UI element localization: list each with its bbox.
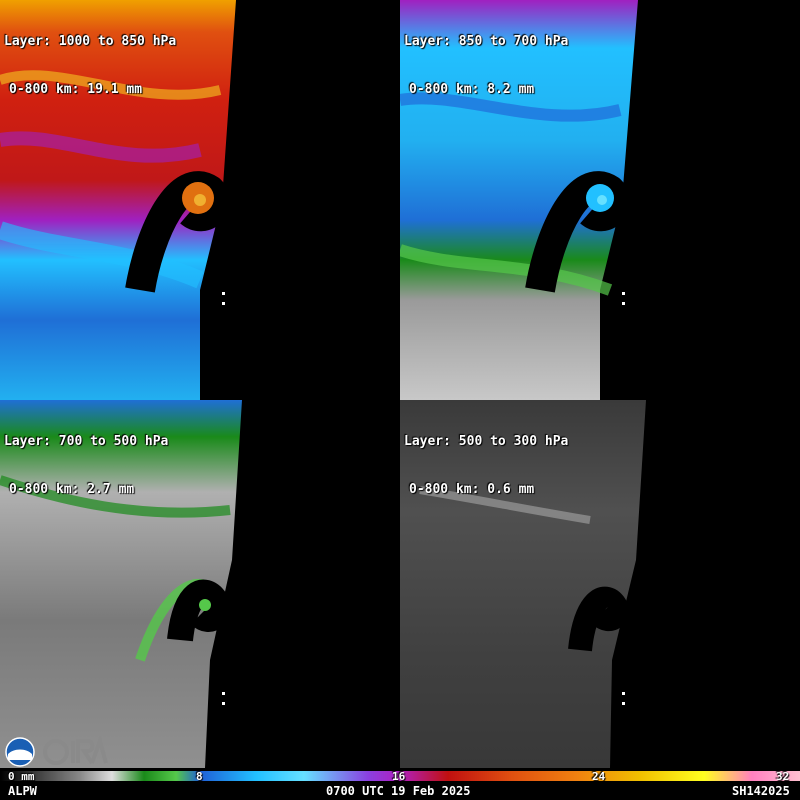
panel-label: Layer: 500 to 300 hPa 0-800 km: 0.6 mm — [404, 402, 568, 530]
storm-id: SH142025 — [732, 784, 790, 798]
colorbar-tick-8: 8 — [196, 770, 203, 783]
marker-dot — [622, 692, 625, 695]
panel-label: Layer: 1000 to 850 hPa 0-800 km: 19.1 mm — [4, 2, 176, 130]
colorbar-tick-0: 0 mm — [8, 770, 35, 783]
marker-dot — [222, 702, 225, 705]
panel-layer-1000-850: Layer: 1000 to 850 hPa 0-800 km: 19.1 mm — [0, 0, 400, 400]
marker-dot — [622, 292, 625, 295]
layer-subtitle: 0-800 km: 0.6 mm — [409, 482, 535, 497]
colorbar: 0 mm 8 16 24 32 — [0, 768, 800, 784]
cira-logo-o — [43, 739, 69, 765]
marker-dot — [222, 292, 225, 295]
layer-subtitle: 0-800 km: 19.1 mm — [9, 82, 143, 97]
layer-title: Layer: 500 to 300 hPa — [404, 434, 569, 449]
panel-label: Layer: 700 to 500 hPa 0-800 km: 2.7 mm — [4, 402, 168, 530]
footer-bar: ALPW 0700 UTC 19 Feb 2025 SH142025 — [0, 784, 800, 800]
panel-layer-500-300: Layer: 500 to 300 hPa 0-800 km: 0.6 mm — [400, 400, 800, 800]
product-name: ALPW — [8, 784, 37, 798]
layer-title: Layer: 700 to 500 hPa — [4, 434, 169, 449]
layer-subtitle: 0-800 km: 8.2 mm — [409, 82, 535, 97]
marker-dot — [222, 692, 225, 695]
colorbar-tick-16: 16 — [392, 770, 406, 783]
layer-title: Layer: 850 to 700 hPa — [404, 34, 569, 49]
colorbar-tick-24: 24 — [592, 770, 606, 783]
cira-logo-r — [76, 739, 95, 765]
logos — [4, 734, 108, 768]
marker-dot — [222, 302, 225, 305]
noaa-cira-logo — [5, 734, 108, 767]
layer-title: Layer: 1000 to 850 hPa — [4, 34, 177, 49]
valid-time: 0700 UTC 19 Feb 2025 — [326, 784, 471, 798]
layer-subtitle: 0-800 km: 2.7 mm — [9, 482, 135, 497]
marker-dot — [622, 702, 625, 705]
colorbar-tick-32: 32 — [776, 770, 790, 783]
cira-logo-i — [71, 741, 75, 763]
panel-label: Layer: 850 to 700 hPa 0-800 km: 8.2 mm — [404, 2, 568, 130]
marker-dot — [622, 302, 625, 305]
panel-layer-850-700: Layer: 850 to 700 hPa 0-800 km: 8.2 mm — [400, 0, 800, 400]
